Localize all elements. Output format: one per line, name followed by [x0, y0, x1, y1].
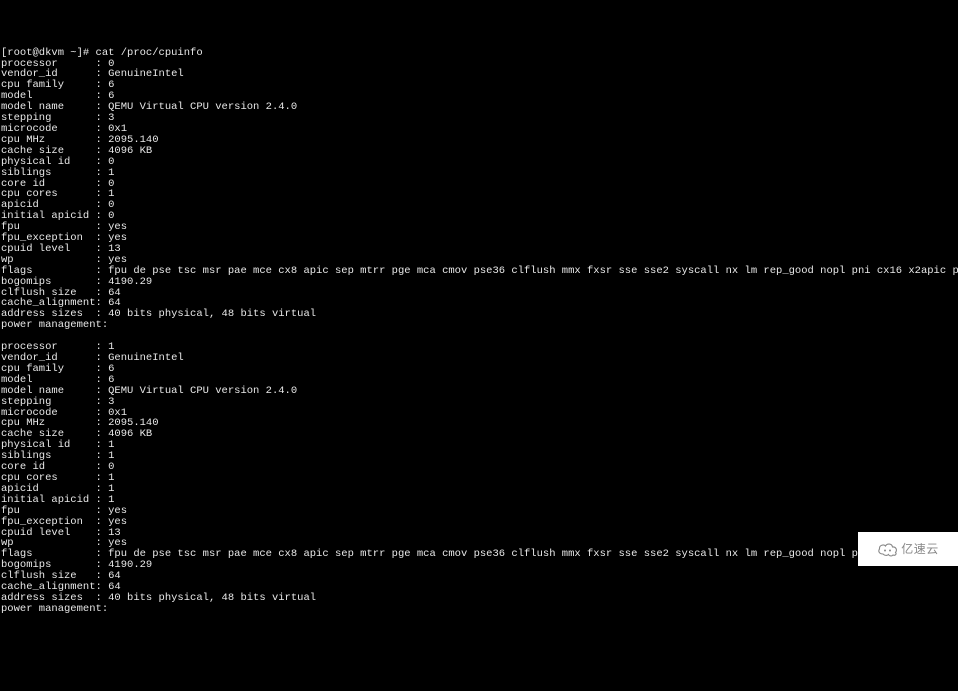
cpuinfo-value: 1 — [108, 168, 114, 179]
cpuinfo-row: cpu cores : 1 — [1, 189, 957, 200]
cpuinfo-row: cache size : 4096 KB — [1, 146, 957, 157]
cpuinfo-row: model name : QEMU Virtual CPU version 2.… — [1, 102, 957, 113]
cpuinfo-row: address sizes : 40 bits physical, 48 bit… — [1, 593, 957, 604]
cpuinfo-row: power management: — [1, 604, 957, 615]
cpuinfo-row: cache_alignment: 64 — [1, 582, 957, 593]
cpuinfo-row: cpuid level : 13 — [1, 244, 957, 255]
cpuinfo-row: physical id : 0 — [1, 157, 957, 168]
cpuinfo-row: cpu family : 6 — [1, 80, 957, 91]
watermark: 亿速云 — [858, 532, 958, 566]
cpuinfo-key: clflush size — [1, 571, 96, 582]
cpuinfo-row: physical id : 1 — [1, 440, 957, 451]
cpuinfo-row: siblings : 1 — [1, 451, 957, 462]
cpuinfo-key: power management — [1, 320, 102, 331]
cpuinfo-row: stepping : 3 — [1, 113, 957, 124]
cpuinfo-value: QEMU Virtual CPU version 2.4.0 — [108, 386, 297, 397]
cpuinfo-colon: : — [96, 168, 109, 179]
cpuinfo-colon: : — [102, 604, 108, 615]
cpuinfo-value: 4190.29 — [108, 277, 152, 288]
cpuinfo-colon: : — [96, 571, 109, 582]
cpuinfo-key: stepping — [1, 397, 96, 408]
cpuinfo-colon: : — [96, 397, 109, 408]
cpuinfo-row: core id : 0 — [1, 462, 957, 473]
cpuinfo-colon: : — [96, 386, 109, 397]
cpuinfo-key: address sizes — [1, 593, 96, 604]
cpuinfo-value: 64 — [108, 571, 121, 582]
cpuinfo-value: 3 — [108, 397, 114, 408]
cpuinfo-colon: : — [96, 277, 109, 288]
cpuinfo-row: bogomips : 4190.29 — [1, 277, 957, 288]
cpuinfo-row: clflush size : 64 — [1, 571, 957, 582]
cpuinfo-colon: : — [96, 506, 109, 517]
cpuinfo-value: 40 bits physical, 48 bits virtual — [108, 593, 316, 604]
cpuinfo-row: address sizes : 40 bits physical, 48 bit… — [1, 309, 957, 320]
cpuinfo-row: apicid : 0 — [1, 200, 957, 211]
cpuinfo-value: 4096 KB — [108, 146, 152, 157]
watermark-text: 亿速云 — [901, 544, 939, 555]
cpuinfo-row: initial apicid : 1 — [1, 495, 957, 506]
cpuinfo-value: yes — [108, 517, 127, 528]
cpuinfo-key: model name — [1, 386, 96, 397]
cpuinfo-colon: : — [96, 517, 109, 528]
cpuinfo-key: siblings — [1, 168, 96, 179]
cpuinfo-colon: : — [96, 593, 109, 604]
blank-line — [1, 331, 957, 342]
cpuinfo-value: 0 — [108, 157, 114, 168]
cpuinfo-row: cpuid level : 13 — [1, 528, 957, 539]
cpuinfo-value: 40 bits physical, 48 bits virtual — [108, 309, 316, 320]
cpuinfo-value: fpu de pse tsc msr pae mce cx8 apic sep … — [108, 266, 958, 277]
cpuinfo-key: bogomips — [1, 277, 96, 288]
cpuinfo-row: model name : QEMU Virtual CPU version 2.… — [1, 386, 957, 397]
cpuinfo-row: fpu_exception : yes — [1, 517, 957, 528]
cpuinfo-row: stepping : 3 — [1, 397, 957, 408]
cpuinfo-row: vendor_id : GenuineIntel — [1, 69, 957, 80]
cpuinfo-colon: : — [102, 320, 108, 331]
terminal-output[interactable]: [root@dkvm ~]# cat /proc/cpuinfoprocesso… — [1, 48, 957, 615]
cpuinfo-value: QEMU Virtual CPU version 2.4.0 — [108, 102, 297, 113]
cpuinfo-row: fpu : yes — [1, 506, 957, 517]
cpuinfo-key: power management — [1, 604, 102, 615]
cpuinfo-value: yes — [108, 506, 127, 517]
cloud-logo-icon — [877, 541, 899, 557]
cpuinfo-value: 4096 KB — [108, 429, 152, 440]
cpuinfo-row: fpu_exception : yes — [1, 233, 957, 244]
shell-prompt-line: [root@dkvm ~]# cat /proc/cpuinfo — [1, 48, 957, 59]
cpuinfo-key: fpu_exception — [1, 517, 96, 528]
cpuinfo-row: clflush size : 64 — [1, 288, 957, 299]
cpuinfo-colon: : — [96, 582, 109, 593]
cpuinfo-row: initial apicid : 0 — [1, 211, 957, 222]
cpuinfo-row: cpu cores : 1 — [1, 473, 957, 484]
cpuinfo-row: siblings : 1 — [1, 168, 957, 179]
cpuinfo-value: fpu de pse tsc msr pae mce cx8 apic sep … — [108, 549, 958, 560]
cpuinfo-row: vendor_id : GenuineIntel — [1, 353, 957, 364]
cpuinfo-row: core id : 0 — [1, 179, 957, 190]
cpuinfo-value: GenuineIntel — [108, 353, 184, 364]
cpuinfo-colon: : — [96, 157, 109, 168]
cpuinfo-row: fpu : yes — [1, 222, 957, 233]
cpuinfo-row: cache size : 4096 KB — [1, 429, 957, 440]
cpuinfo-row: apicid : 1 — [1, 484, 957, 495]
cpuinfo-row: cpu family : 6 — [1, 364, 957, 375]
cpuinfo-key: cache_alignment — [1, 582, 96, 593]
cpuinfo-value: 64 — [108, 582, 121, 593]
cpuinfo-value: GenuineIntel — [108, 69, 184, 80]
cpuinfo-key: physical id — [1, 157, 96, 168]
cpuinfo-key: fpu — [1, 506, 96, 517]
cpuinfo-row: power management: — [1, 320, 957, 331]
